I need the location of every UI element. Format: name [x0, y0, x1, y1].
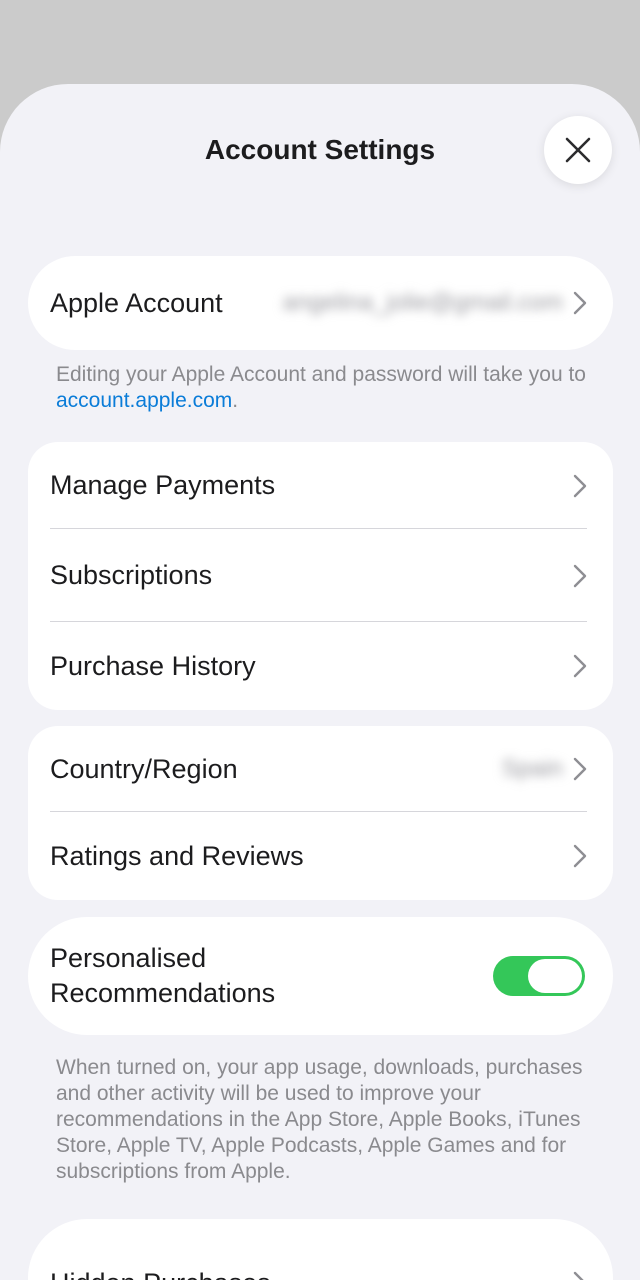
apple-account-label: Apple Account — [50, 287, 223, 318]
personalised-card: Personalised Recommendations — [28, 917, 613, 1035]
hidden-purchases-label: Hidden Purchases — [50, 1268, 573, 1280]
chevron-right-icon — [573, 1271, 584, 1280]
chevron-right-icon — [573, 474, 587, 497]
account-apple-link[interactable]: account.apple.com — [56, 389, 232, 412]
personalised-label-line2: Recommendations — [50, 978, 276, 1008]
hidden-purchases-card: Hidden Purchases — [28, 1219, 613, 1280]
personalised-toggle[interactable] — [493, 956, 585, 996]
manage-payments-row[interactable]: Manage Payments — [28, 442, 613, 529]
ratings-reviews-row[interactable]: Ratings and Reviews — [28, 812, 613, 900]
ratings-reviews-label: Ratings and Reviews — [50, 840, 304, 871]
country-region-value: Spain — [501, 755, 563, 782]
personalised-row: Personalised Recommendations — [28, 917, 613, 1035]
manage-payments-label: Manage Payments — [50, 470, 276, 500]
apple-account-email: angelina_jolie@gmail.com — [282, 289, 563, 316]
country-region-row[interactable]: Country/Region Spain — [28, 726, 613, 812]
apple-account-row[interactable]: Apple Account angelina_jolie@gmail.com — [28, 256, 613, 350]
purchase-history-row[interactable]: Purchase History — [28, 622, 613, 710]
close-button[interactable] — [544, 116, 612, 184]
apple-account-note-text: Editing your Apple Account and password … — [56, 363, 586, 386]
personalised-label-line1: Personalised — [50, 943, 207, 973]
apple-account-note-suffix: . — [232, 389, 239, 412]
country-region-label: Country/Region — [50, 753, 238, 784]
toggle-knob — [528, 959, 582, 993]
chevron-right-icon — [573, 564, 587, 587]
apple-account-note: Editing your Apple Account and password … — [56, 362, 601, 414]
chevron-right-icon — [573, 844, 587, 868]
account-settings-sheet: Account Settings Apple Account angelina_… — [0, 84, 640, 1280]
hidden-purchases-row[interactable]: Hidden Purchases — [28, 1219, 613, 1280]
apple-account-card: Apple Account angelina_jolie@gmail.com — [28, 256, 613, 350]
personalised-note: When turned on, your app usage, download… — [56, 1056, 583, 1183]
purchase-history-label: Purchase History — [50, 650, 256, 681]
chevron-right-icon — [573, 654, 587, 678]
close-icon — [565, 137, 591, 163]
chevron-right-icon — [573, 757, 587, 781]
personalised-label: Personalised Recommendations — [50, 941, 493, 1011]
purchases-card: Manage Payments Subscriptions Purchase H… — [28, 442, 613, 710]
subscriptions-label: Subscriptions — [50, 560, 213, 590]
chevron-right-icon — [573, 291, 587, 315]
region-card: Country/Region Spain Ratings and Reviews — [28, 726, 613, 900]
subscriptions-row[interactable]: Subscriptions — [28, 529, 613, 622]
